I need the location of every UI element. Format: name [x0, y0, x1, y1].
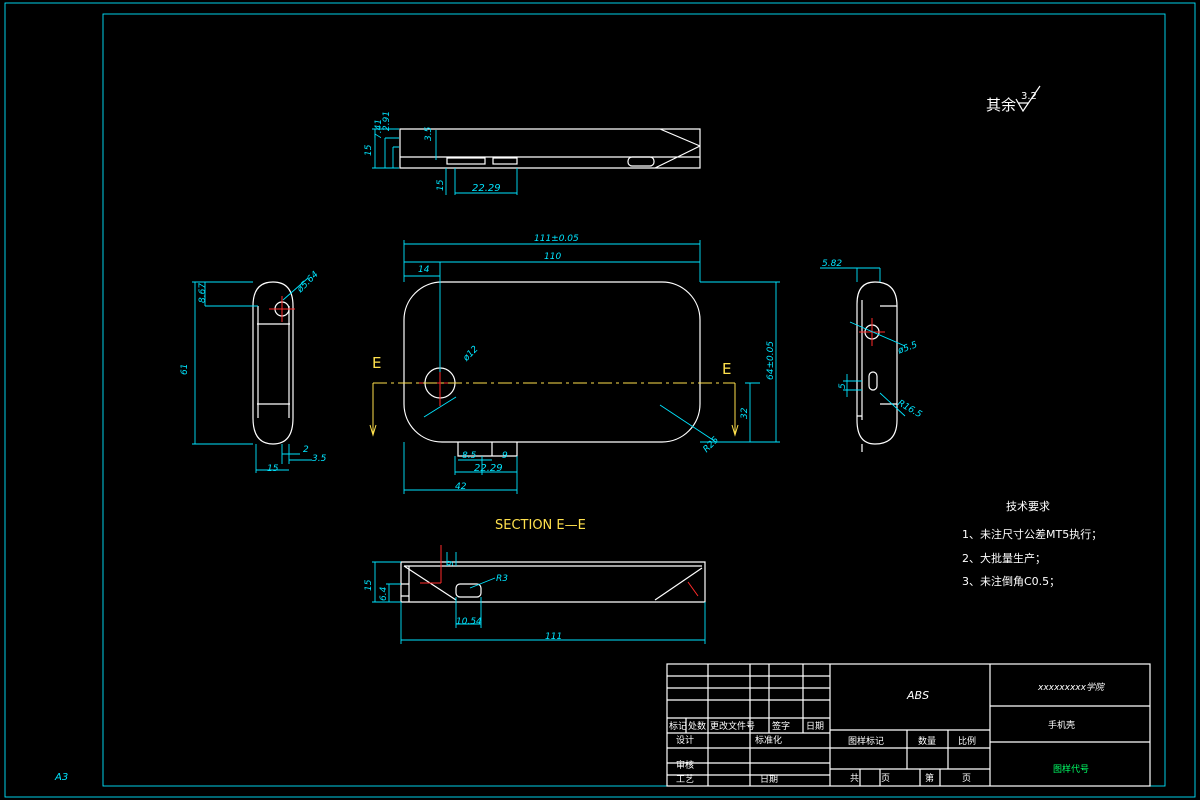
tb-sheet-no: 第	[925, 772, 934, 784]
top-dim-22-29: 22.29	[472, 183, 501, 194]
tb-date: 日期	[760, 774, 778, 785]
section-dim-111: 111	[545, 632, 562, 642]
tech-req-item-3: 3、未注倒角C0.5；	[962, 574, 1060, 588]
section-dim-15: 15	[364, 579, 374, 591]
right-dim-5-82: 5.82	[822, 259, 842, 269]
section-view: SECTION E—E 15 6.4 9 R3 10.54 111	[364, 518, 706, 644]
section-dim-10-54: 10.54	[456, 617, 482, 627]
title-block: ABS xxxxxxxxx学院 手机壳 图样代号 标记 处数 更改文件号 签字 …	[666, 663, 1151, 787]
tech-requirements: 技术要求 1、未注尺寸公差MT5执行； 2、大批量生产； 3、未注倒角C0.5；	[962, 500, 1102, 588]
tb-part-name: 手机壳	[1048, 719, 1075, 731]
front-dim-64-tol: 64±0.05	[766, 341, 776, 380]
sheet-size-label: A3	[54, 772, 68, 783]
front-dim-14: 14	[418, 265, 430, 275]
front-dim-8-5: 8.5	[462, 451, 477, 461]
outer-frame	[4, 2, 1196, 798]
top-dim-15: 15	[364, 144, 374, 156]
front-dim-32: 32	[740, 407, 750, 419]
tb-process: 工艺	[676, 774, 694, 785]
left-dim-61: 61	[180, 364, 190, 375]
front-dim-110: 110	[544, 252, 561, 262]
right-dim-r16-5: R16.5	[896, 398, 924, 420]
tb-header-date: 日期	[806, 721, 824, 732]
tb-material: ABS	[906, 689, 929, 702]
top-dim-15b: 15	[436, 179, 446, 191]
section-mark-left: E	[372, 354, 381, 372]
top-view: 15 7.41 2.91 3.5 15 22.29	[364, 111, 701, 195]
section-dim-9: 9	[446, 560, 456, 566]
tech-req-item-1: 1、未注尺寸公差MT5执行；	[962, 527, 1102, 541]
tech-req-item-2: 2、大批量生产；	[962, 551, 1046, 565]
tb-page2: 页	[962, 773, 971, 784]
tb-scale-label: 比例	[958, 735, 976, 747]
tb-review: 审核	[676, 759, 694, 771]
left-dim-8-67: 8.67	[198, 283, 208, 303]
section-dim-r3: R3	[496, 574, 508, 584]
tb-header-count: 处数	[688, 720, 706, 732]
section-dim-6-4: 6.4	[379, 586, 389, 601]
right-dim-hole: ø5.5	[896, 340, 919, 357]
front-dim-22-29: 22.29	[474, 463, 503, 474]
tb-header-sign: 签字	[772, 720, 790, 732]
left-dim-hole: ø5.64	[295, 270, 321, 296]
drawing-canvas: 其余 3.2 15 7.41 2.91 3.5 15 22.29 E E 111…	[4, 2, 1196, 798]
front-dim-9: 9	[502, 451, 508, 461]
tb-page: 页	[881, 773, 890, 784]
right-dim-5: 5	[838, 383, 848, 389]
left-dim-3-5: 3.5	[312, 454, 327, 464]
inner-frame	[102, 13, 1166, 787]
top-dim-2-91: 2.91	[382, 111, 392, 131]
right-view: 5.82 ø5.5 5 R16.5	[820, 259, 924, 452]
front-dim-111-tol: 111±0.05	[534, 234, 579, 244]
front-view: E E 111±0.05 110 14 ø12 64±0.05 32 R25 8…	[369, 234, 780, 494]
tb-standard: 标准化	[755, 734, 782, 746]
tb-drawing-no: 图样代号	[1053, 763, 1089, 775]
front-dim-hole: ø12	[461, 344, 481, 364]
surface-finish-label: 其余	[986, 96, 1016, 114]
tech-req-title: 技术要求	[1006, 500, 1050, 513]
tb-header-mark: 标记	[669, 720, 687, 732]
top-dim-3-5: 3.5	[424, 126, 434, 141]
section-mark-right: E	[722, 360, 731, 378]
tb-mark-label: 图样标记	[848, 735, 884, 747]
roughness-value: 3.2	[1021, 91, 1037, 102]
tb-qty-label: 数量	[918, 735, 936, 747]
surface-finish-symbol: 其余 3.2	[986, 85, 1041, 114]
tb-design: 设计	[676, 734, 694, 746]
tb-total: 共	[850, 773, 859, 784]
section-title: SECTION E—E	[495, 518, 586, 533]
left-dim-15: 15	[267, 464, 279, 474]
front-dim-r25: R25	[702, 435, 722, 455]
left-dim-2: 2	[303, 445, 309, 455]
left-view: 8.67 ø5.64 61 2 3.5 15	[180, 270, 327, 474]
tb-school: xxxxxxxxx学院	[1037, 682, 1106, 693]
front-dim-42: 42	[455, 482, 467, 492]
tb-header-change: 更改文件号	[710, 720, 755, 732]
